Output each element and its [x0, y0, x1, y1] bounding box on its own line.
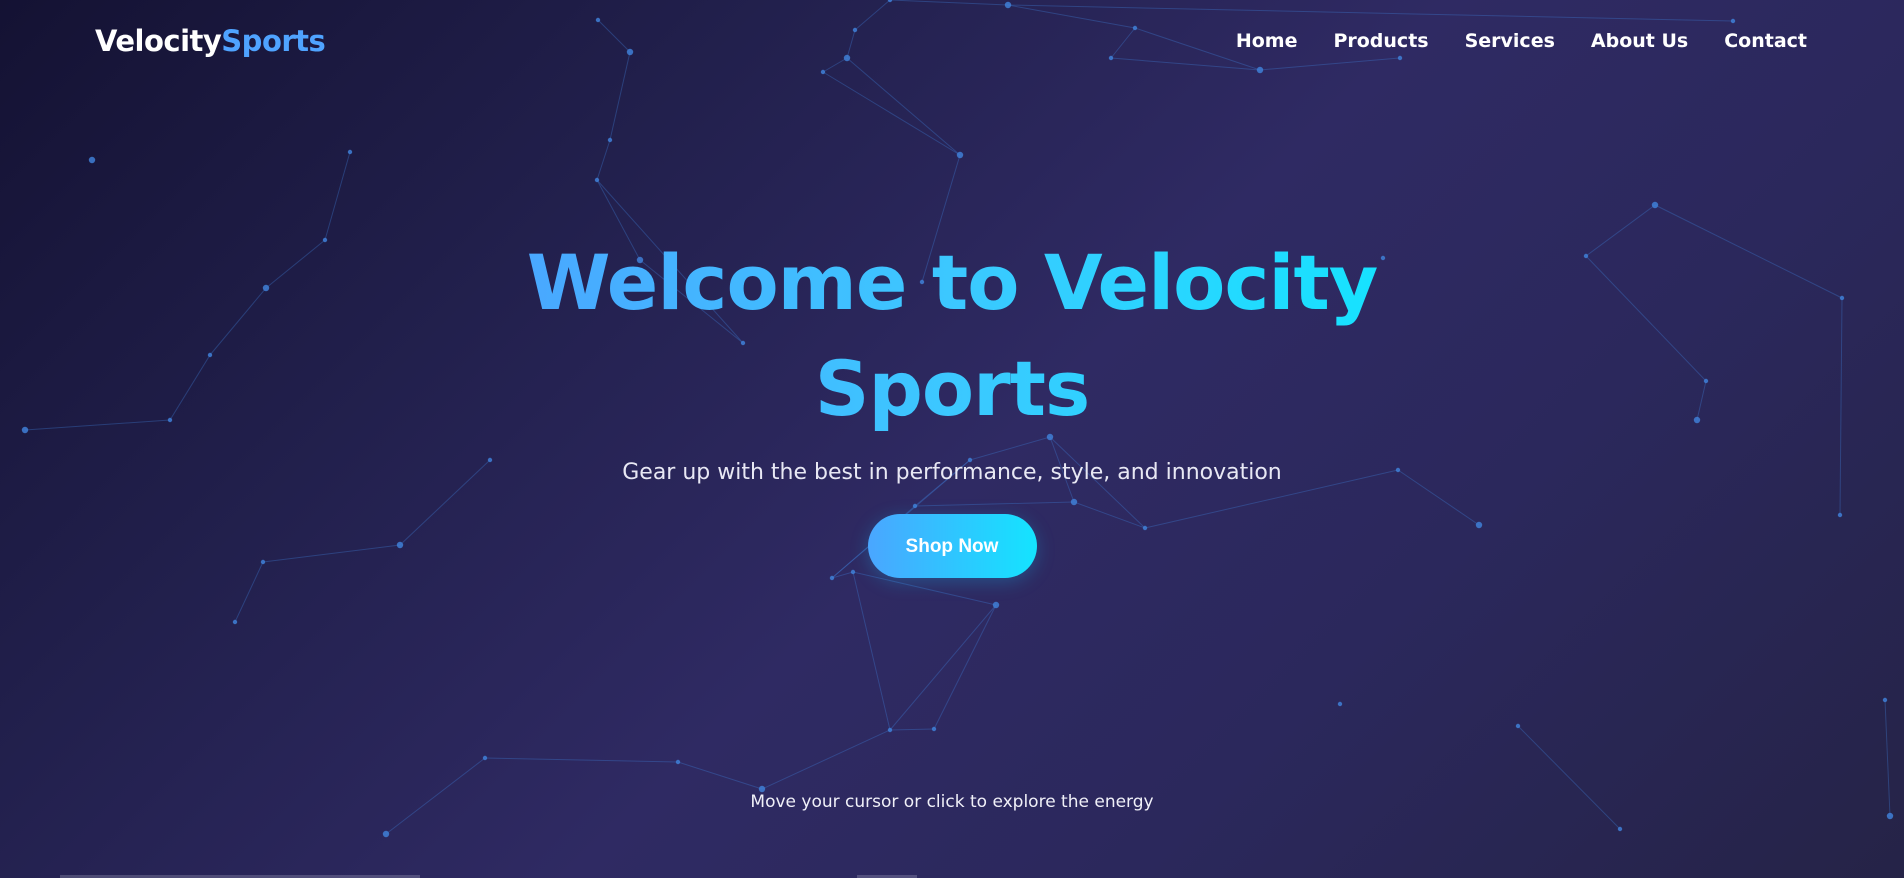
brand-name-primary: Velocity	[95, 24, 222, 58]
particle-link	[596, 139, 611, 181]
nav-link-products[interactable]: Products	[1333, 30, 1428, 52]
hero-section: Welcome to Velocity Sports Gear up with …	[0, 230, 1904, 578]
hero-subtitle: Gear up with the best in performance, st…	[622, 460, 1282, 485]
particle-node	[887, 727, 893, 733]
particle-node	[482, 755, 488, 761]
particle-link	[677, 761, 763, 790]
particle-link	[761, 729, 891, 790]
nav-link-about-us[interactable]: About Us	[1591, 30, 1688, 52]
particle-node	[1886, 812, 1894, 820]
particle-node	[956, 151, 964, 159]
particle-link	[484, 757, 679, 763]
particle-node	[1617, 826, 1623, 832]
particle-node	[931, 726, 937, 732]
particle-node	[347, 149, 353, 155]
nav-link-contact[interactable]: Contact	[1724, 30, 1807, 52]
navbar: VelocitySports Home Products Services Ab…	[0, 0, 1904, 88]
nav-link-services[interactable]: Services	[1465, 30, 1555, 52]
particle-link	[852, 571, 891, 731]
particle-node	[382, 830, 390, 838]
brand-logo[interactable]: VelocitySports	[95, 24, 326, 58]
particle-node	[1515, 723, 1521, 729]
hero-title: Welcome to Velocity Sports	[502, 230, 1402, 442]
shop-now-button[interactable]: Shop Now	[867, 514, 1037, 578]
particle-link	[1517, 725, 1621, 830]
particle-node	[1651, 201, 1659, 209]
particle-node	[88, 156, 96, 164]
particle-node	[607, 137, 613, 143]
particle-node	[992, 601, 1000, 609]
particle-node	[1337, 701, 1343, 707]
particle-node	[1882, 697, 1888, 703]
particle-link	[889, 728, 935, 731]
nav-menu: Home Products Services About Us Contact	[1236, 30, 1807, 52]
interaction-hint: Move your cursor or click to explore the…	[750, 792, 1154, 812]
particle-node	[675, 759, 681, 765]
nav-link-home[interactable]: Home	[1236, 30, 1298, 52]
brand-name-accent: Sports	[221, 24, 326, 58]
particle-node	[594, 177, 600, 183]
particle-link	[324, 151, 351, 241]
particle-node	[232, 619, 238, 625]
